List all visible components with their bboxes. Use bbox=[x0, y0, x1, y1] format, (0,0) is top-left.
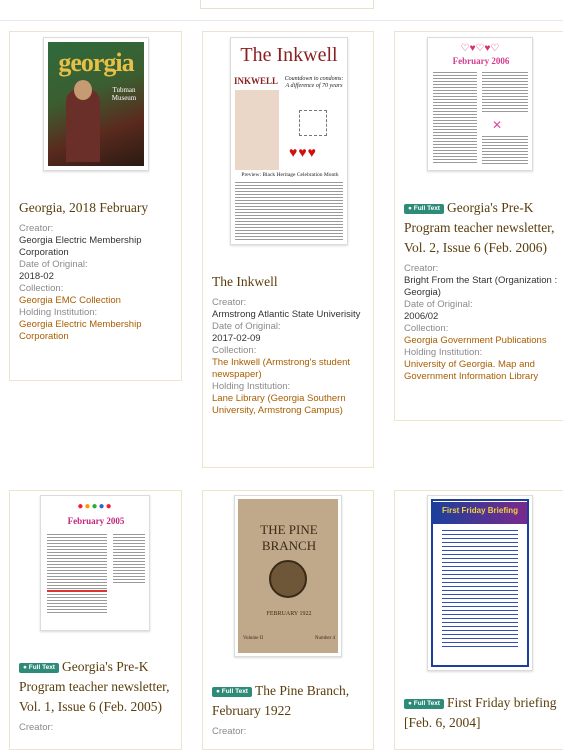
field-label: Creator: bbox=[19, 722, 54, 733]
field-label: Creator: bbox=[404, 263, 439, 274]
thumb-masthead: georgia bbox=[58, 48, 134, 77]
thumb-footer: Preview: Black Heritage Celebration Mont… bbox=[241, 172, 339, 178]
field-label: Creator: bbox=[212, 297, 247, 308]
decoration-icon: ✕ bbox=[492, 118, 503, 132]
card-meta: ● Full Text The Pine Branch, February 192… bbox=[212, 681, 367, 738]
thumb-date: FEBRUARY 1922 bbox=[266, 611, 312, 617]
row-divider bbox=[0, 20, 563, 21]
card-title[interactable]: ● Full Text Georgia's Pre-K Program teach… bbox=[404, 198, 562, 258]
thumb-masthead: The Inkwell bbox=[240, 44, 338, 66]
card-meta: ● Full Text First Friday briefing [Feb. 6… bbox=[404, 693, 562, 738]
handprint-icons: ●●●●● bbox=[77, 501, 113, 512]
field-value: 2018-02 bbox=[19, 271, 54, 282]
field-value: Bright From the Start (Organization : Ge… bbox=[404, 275, 558, 298]
card-meta: The Inkwell Creator: Armstrong Atlantic … bbox=[212, 272, 367, 417]
result-card[interactable]: First Friday Briefing ● Full Text First F… bbox=[394, 490, 563, 750]
result-card[interactable]: THE PINE BRANCH FEBRUARY 1922 Volume II … bbox=[202, 490, 374, 750]
field-label: Collection: bbox=[212, 345, 257, 356]
thumb-masthead: February 2006 bbox=[452, 56, 510, 66]
thumbnail-first-friday[interactable]: First Friday Briefing bbox=[427, 495, 533, 671]
thumb-masthead: February 2005 bbox=[67, 516, 125, 526]
thumbnail-prek-2005[interactable]: ●●●●● February 2005 bbox=[40, 495, 150, 631]
full-text-badge: ● Full Text bbox=[404, 204, 444, 214]
field-label: Date of Original: bbox=[404, 299, 473, 310]
full-text-badge: ● Full Text bbox=[404, 699, 444, 709]
thumbnail-georgia-magazine[interactable]: georgia Tubman Museum bbox=[43, 37, 149, 171]
thumb-masthead: First Friday Briefing bbox=[441, 506, 518, 515]
field-label: Date of Original: bbox=[19, 259, 88, 270]
full-text-badge: ● Full Text bbox=[19, 663, 59, 673]
collection-link[interactable]: Georgia EMC Collection bbox=[19, 295, 175, 307]
field-value: 2017-02-09 bbox=[212, 333, 261, 344]
institution-link[interactable]: Georgia Electric Membership Corporation bbox=[19, 319, 175, 343]
field-label: Collection: bbox=[19, 283, 64, 294]
field-label: Holding Institution: bbox=[212, 381, 291, 392]
field-value: 2006/02 bbox=[404, 311, 439, 322]
thumb-side-text: INKWELL bbox=[234, 76, 279, 86]
thumb-volume: Volume II bbox=[243, 636, 264, 641]
card-title[interactable]: ● Full Text First Friday briefing [Feb. 6… bbox=[404, 693, 562, 733]
field-label: Holding Institution: bbox=[19, 307, 98, 318]
field-label: Date of Original: bbox=[212, 321, 281, 332]
previous-card-bottom bbox=[200, 0, 374, 9]
thumb-number: Number 4 bbox=[314, 636, 335, 641]
thumb-headline: Countdown to condoms: A difference of 70… bbox=[284, 76, 344, 89]
thumb-masthead: THE PINE BRANCH bbox=[260, 522, 318, 553]
result-card[interactable]: georgia Tubman Museum Georgia, 2018 Febr… bbox=[9, 31, 182, 381]
field-value: Georgia Electric Membership Corporation bbox=[19, 235, 142, 258]
heart-icons: ♡♥♡♥♡ bbox=[460, 43, 500, 54]
field-value: Armstrong Atlantic State Univerisity bbox=[212, 309, 361, 320]
field-label: Creator: bbox=[19, 223, 54, 234]
thumb-side-text: Tubman Museum bbox=[111, 86, 137, 102]
thumbnail-pine-branch[interactable]: THE PINE BRANCH FEBRUARY 1922 Volume II … bbox=[234, 495, 342, 657]
card-meta: ● Full Text Georgia's Pre-K Program teach… bbox=[404, 198, 562, 383]
collection-link[interactable]: Georgia Government Publications bbox=[404, 335, 562, 347]
field-label: Holding Institution: bbox=[404, 347, 483, 358]
card-title[interactable]: Georgia, 2018 February bbox=[19, 198, 175, 218]
result-card[interactable]: ●●●●● February 2005 ● Full Text Georgia's… bbox=[9, 490, 182, 750]
thumbnail-inkwell[interactable]: The Inkwell INKWELL Countdown to condoms… bbox=[230, 37, 348, 245]
collection-link[interactable]: The Inkwell (Armstrong's student newspap… bbox=[212, 357, 367, 381]
card-title[interactable]: ● Full Text The Pine Branch, February 192… bbox=[212, 681, 367, 721]
full-text-badge: ● Full Text bbox=[212, 687, 252, 697]
institution-link[interactable]: University of Georgia. Map and Governmen… bbox=[404, 359, 562, 383]
thumbnail-prek-2006[interactable]: ♡♥♡♥♡ February 2006 ✕ bbox=[427, 37, 533, 171]
field-label: Creator: bbox=[212, 726, 247, 737]
result-card[interactable]: The Inkwell INKWELL Countdown to condoms… bbox=[202, 31, 374, 468]
field-label: Collection: bbox=[404, 323, 449, 334]
institution-link[interactable]: Lane Library (Georgia Southern Universit… bbox=[212, 393, 367, 417]
card-meta: ● Full Text Georgia's Pre-K Program teach… bbox=[19, 657, 175, 734]
card-title[interactable]: ● Full Text Georgia's Pre-K Program teach… bbox=[19, 657, 175, 717]
result-card[interactable]: ♡♥♡♥♡ February 2006 ✕ ● Full Text Georgia… bbox=[394, 31, 563, 421]
heart-icons: ♥♥♥ bbox=[289, 144, 317, 160]
card-meta: Georgia, 2018 February Creator: Georgia … bbox=[19, 198, 175, 343]
card-title[interactable]: The Inkwell bbox=[212, 272, 367, 292]
